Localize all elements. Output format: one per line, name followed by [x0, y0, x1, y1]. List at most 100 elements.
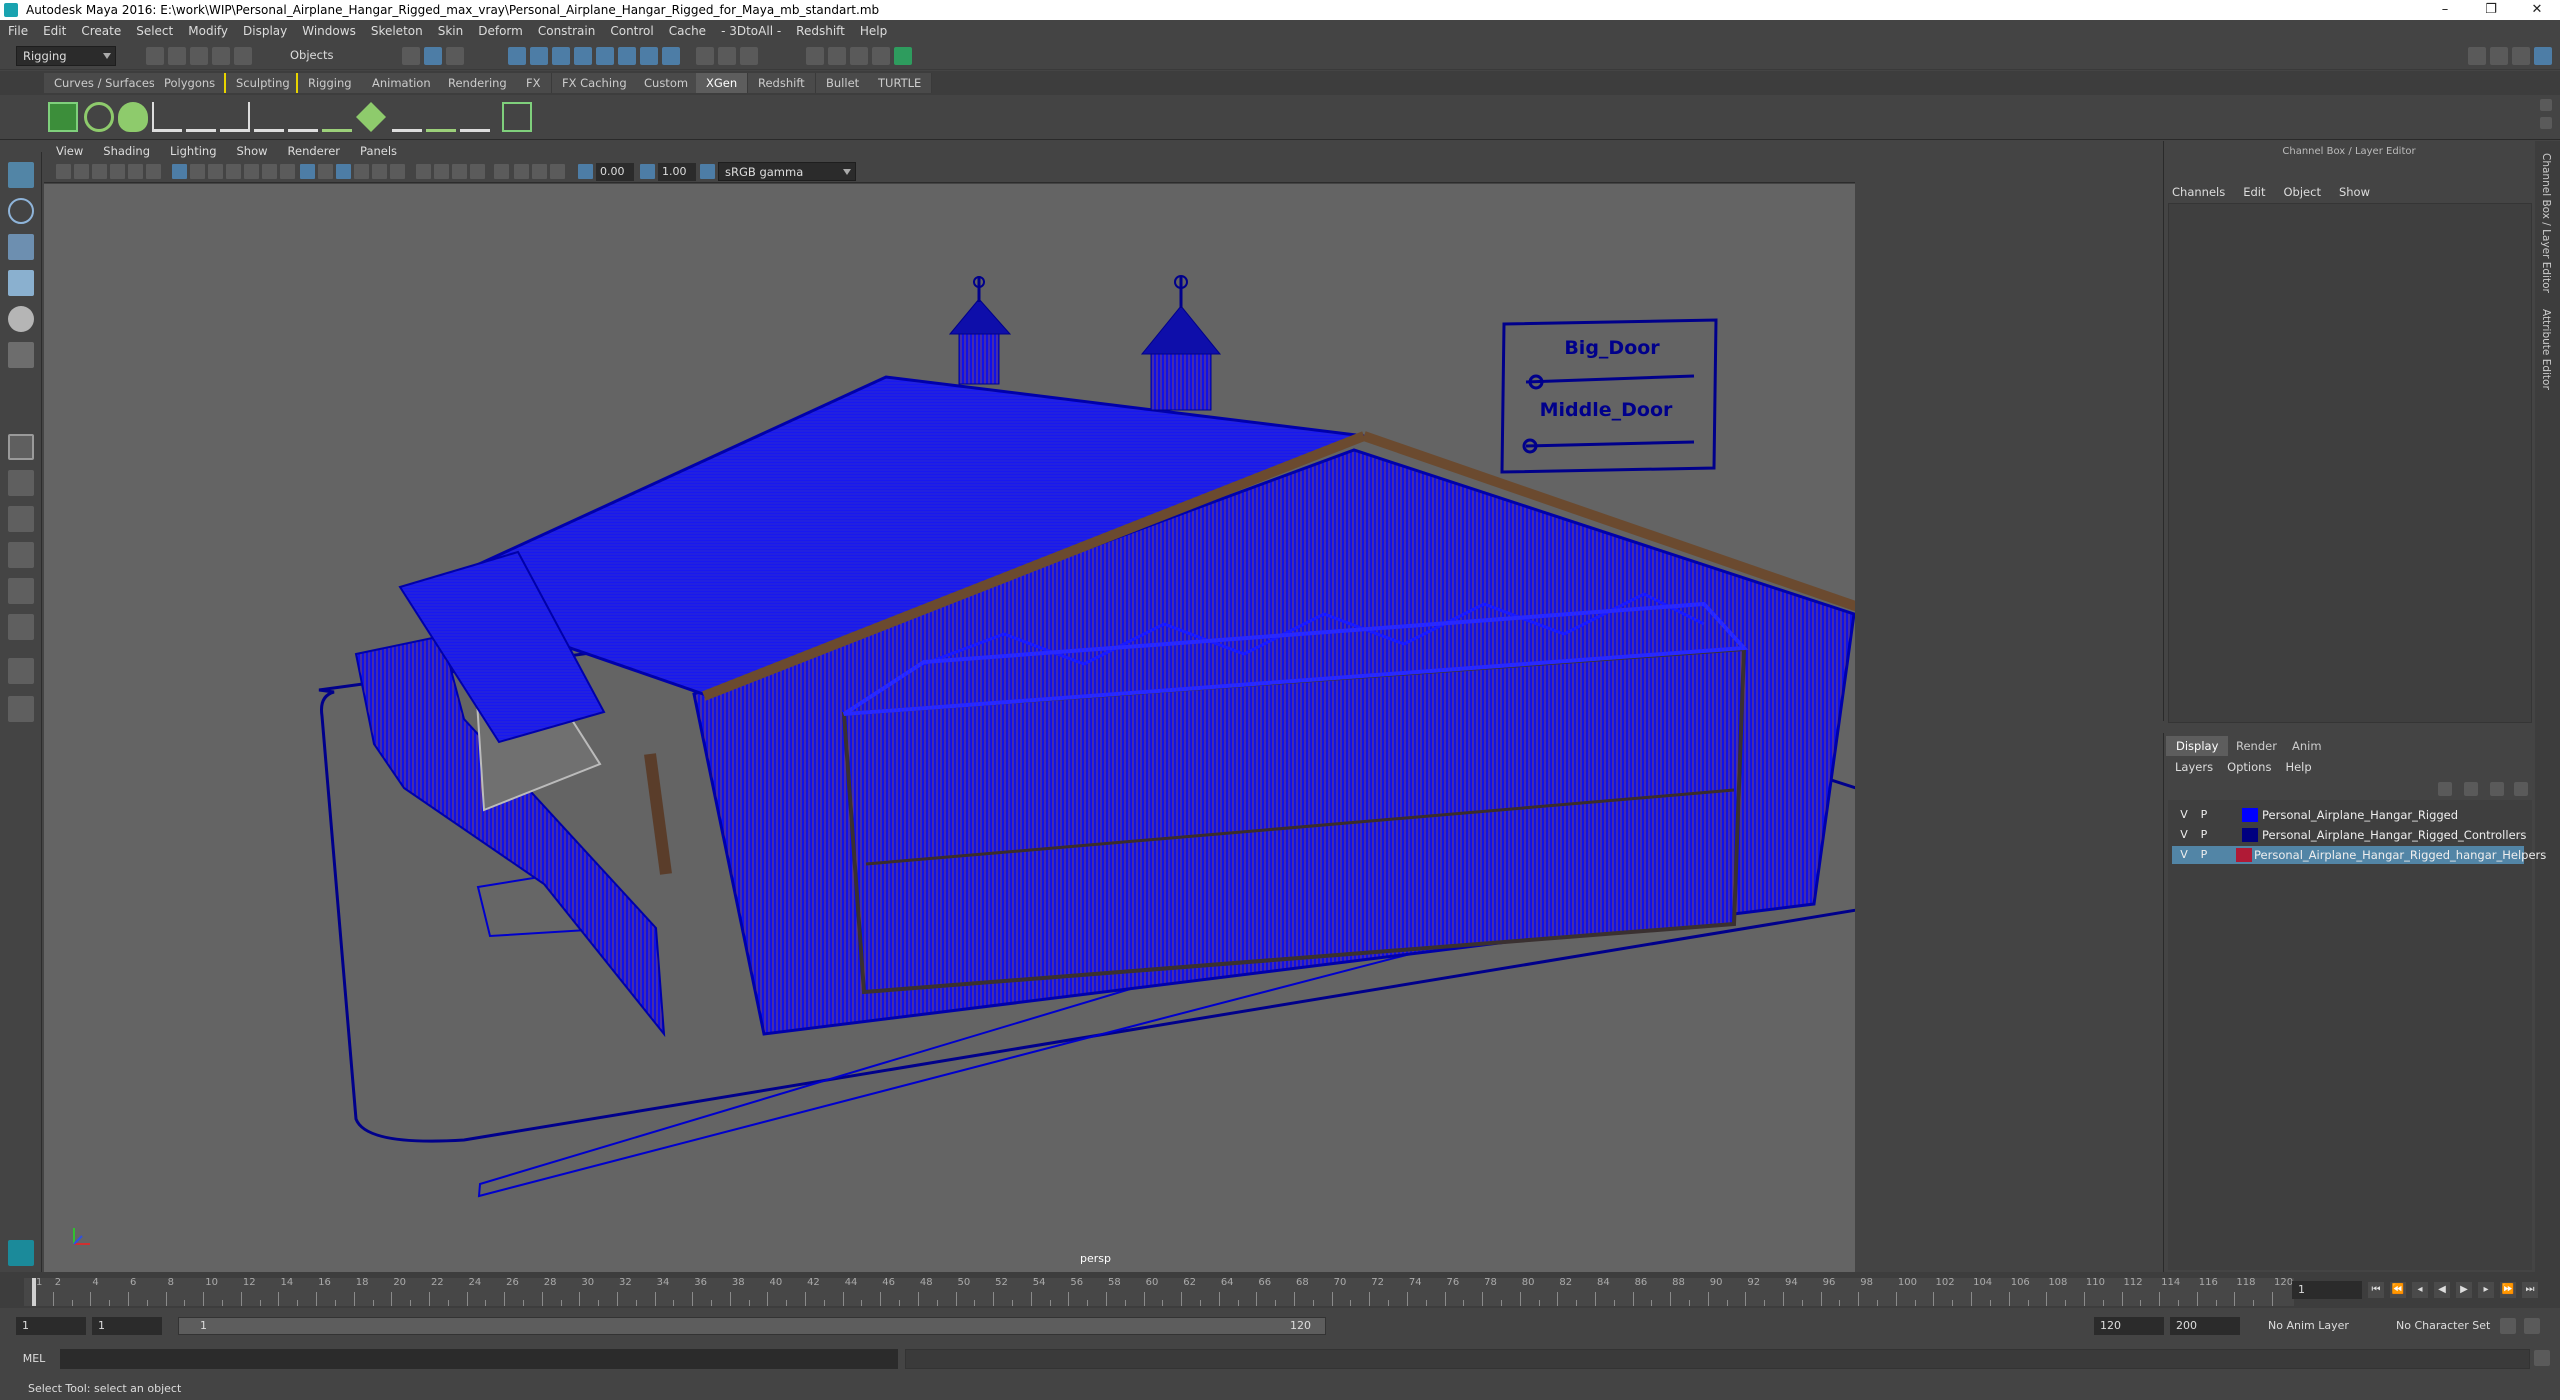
layer-row[interactable]: V P Personal_Airplane_Hangar_Rigged_Cont… — [2172, 826, 2526, 844]
symmetry-icon[interactable] — [662, 47, 680, 65]
maximize-button[interactable]: ❐ — [2468, 0, 2514, 20]
command-language-label[interactable]: MEL — [14, 1349, 54, 1369]
viewport-3d[interactable]: Big_Door Middle_Door — [44, 184, 1855, 1272]
tab-animation[interactable]: Animation — [362, 73, 442, 93]
tab-polygons[interactable]: Polygons — [154, 73, 227, 93]
show-manipulator-icon[interactable] — [8, 434, 34, 460]
vp-menu-show[interactable]: Show — [237, 144, 268, 158]
layer-tab-anim[interactable]: Anim — [2282, 736, 2332, 756]
history-icon[interactable] — [718, 47, 736, 65]
ipr-render-icon[interactable] — [828, 47, 846, 65]
layout-two-icon[interactable] — [8, 542, 34, 568]
bookmark-icon[interactable] — [92, 164, 107, 179]
ambient-occlusion-icon[interactable] — [416, 164, 431, 179]
snap-surface-icon[interactable] — [596, 47, 614, 65]
script-editor-icon[interactable] — [2534, 1350, 2550, 1366]
layer-visibility-toggle[interactable]: V — [2176, 846, 2192, 864]
tab-custom[interactable]: Custom — [634, 73, 700, 93]
layer-menu-layers[interactable]: Layers — [2175, 760, 2213, 774]
play-backward-button[interactable]: ◀ — [2434, 1282, 2450, 1298]
layout-single-icon[interactable] — [8, 470, 34, 496]
tab-xgen[interactable]: XGen — [696, 73, 749, 93]
menu-windows[interactable]: Windows — [302, 24, 356, 38]
xgen-primitive-icon[interactable] — [118, 102, 148, 132]
new-scene-icon[interactable] — [146, 47, 164, 65]
channel-box-body[interactable] — [2168, 203, 2532, 723]
menu-3dtoall[interactable]: - 3DtoAll - — [721, 24, 781, 38]
snap-point-icon[interactable] — [552, 47, 570, 65]
settings-gear-icon[interactable] — [2534, 47, 2552, 65]
select-hierarchy-icon[interactable] — [402, 47, 420, 65]
layout-hypershade-icon[interactable] — [8, 658, 34, 684]
layout-icon[interactable] — [2490, 47, 2508, 65]
step-forward-key-button[interactable]: ⏩ — [2500, 1282, 2516, 1298]
menu-select[interactable]: Select — [136, 24, 173, 38]
layer-menu-options[interactable]: Options — [2227, 760, 2271, 774]
lasso-tool-icon[interactable] — [8, 198, 34, 224]
step-back-frame-button[interactable]: ◂ — [2412, 1282, 2428, 1298]
menu-cache[interactable]: Cache — [669, 24, 706, 38]
layer-visibility-toggle[interactable]: V — [2176, 826, 2192, 844]
layout-custom-icon[interactable] — [8, 696, 34, 722]
select-camera-icon[interactable] — [56, 164, 71, 179]
xgen-comb-icon[interactable] — [460, 102, 490, 132]
tab-fx[interactable]: FX — [516, 73, 552, 93]
image-plane-icon[interactable] — [110, 164, 125, 179]
side-tab-channel-box[interactable]: Channel Box / Layer Editor — [2540, 153, 2552, 293]
grid-icon[interactable] — [172, 164, 187, 179]
open-scene-icon[interactable] — [168, 47, 186, 65]
vp-menu-renderer[interactable]: Renderer — [288, 144, 341, 158]
anim-layer-dropdown[interactable]: No Anim Layer — [2268, 1317, 2349, 1335]
menu-skeleton[interactable]: Skeleton — [371, 24, 423, 38]
auto-key-icon[interactable] — [2500, 1318, 2516, 1334]
animation-end-field[interactable]: 200 — [2170, 1317, 2240, 1335]
tab-curves-surfaces[interactable]: Curves / Surfaces — [44, 73, 166, 93]
toolbox-more-icon[interactable] — [8, 742, 34, 762]
current-frame-field[interactable]: 1 — [2292, 1281, 2362, 1299]
side-tab-attribute-editor[interactable]: Attribute Editor — [2540, 309, 2552, 390]
anti-aliasing-icon[interactable] — [452, 164, 467, 179]
menu-file[interactable]: File — [8, 24, 28, 38]
layer-tab-display[interactable]: Display — [2166, 736, 2229, 756]
cb-menu-object[interactable]: Object — [2284, 185, 2321, 199]
depth-of-field-icon[interactable] — [470, 164, 485, 179]
menu-help[interactable]: Help — [860, 24, 887, 38]
safe-action-icon[interactable] — [262, 164, 277, 179]
layout-four-icon[interactable] — [8, 506, 34, 532]
film-gate-icon[interactable] — [190, 164, 205, 179]
textured-icon[interactable] — [354, 164, 369, 179]
smooth-shade-icon[interactable] — [318, 164, 333, 179]
selection-mask-dropdown[interactable]: Objects — [284, 46, 380, 66]
field-chart-icon[interactable] — [244, 164, 259, 179]
step-forward-frame-button[interactable]: ▸ — [2478, 1282, 2494, 1298]
redo-icon[interactable] — [234, 47, 252, 65]
render-view-icon[interactable] — [894, 47, 912, 65]
xgen-create-description-icon[interactable] — [84, 102, 114, 132]
vp-menu-shading[interactable]: Shading — [103, 144, 150, 158]
menu-skin[interactable]: Skin — [438, 24, 464, 38]
menu-control[interactable]: Control — [610, 24, 653, 38]
play-forward-button[interactable]: ▶ — [2456, 1282, 2472, 1298]
playback-end-field[interactable]: 120 — [2094, 1317, 2164, 1335]
xgen-grass-icon[interactable] — [322, 102, 352, 132]
layer-playback-toggle[interactable]: P — [2196, 806, 2212, 824]
shadows-icon[interactable] — [390, 164, 405, 179]
xgen-groom-icon[interactable] — [392, 102, 422, 132]
rotate-tool-icon[interactable] — [8, 306, 34, 332]
tab-rigging[interactable]: Rigging — [296, 73, 364, 93]
2d-pan-icon[interactable] — [128, 164, 143, 179]
layer-row[interactable]: V P Personal_Airplane_Hangar_Rigged_hang… — [2172, 846, 2546, 864]
maya-home-icon[interactable] — [8, 1240, 34, 1266]
construction-icon[interactable] — [740, 47, 758, 65]
go-to-end-button[interactable]: ⏭ — [2522, 1282, 2538, 1298]
undo-icon[interactable] — [212, 47, 230, 65]
make-live-icon[interactable] — [640, 47, 658, 65]
tab-rendering[interactable]: Rendering — [438, 73, 518, 93]
menu-redshift[interactable]: Redshift — [796, 24, 845, 38]
tab-turtle[interactable]: TURTLE — [868, 73, 933, 93]
layer-playback-toggle[interactable]: P — [2196, 846, 2212, 864]
tab-redshift[interactable]: Redshift — [748, 73, 816, 93]
xray-icon[interactable] — [514, 164, 529, 179]
gamma-field[interactable]: 1.00 — [658, 163, 696, 181]
close-button[interactable]: ✕ — [2514, 0, 2560, 20]
